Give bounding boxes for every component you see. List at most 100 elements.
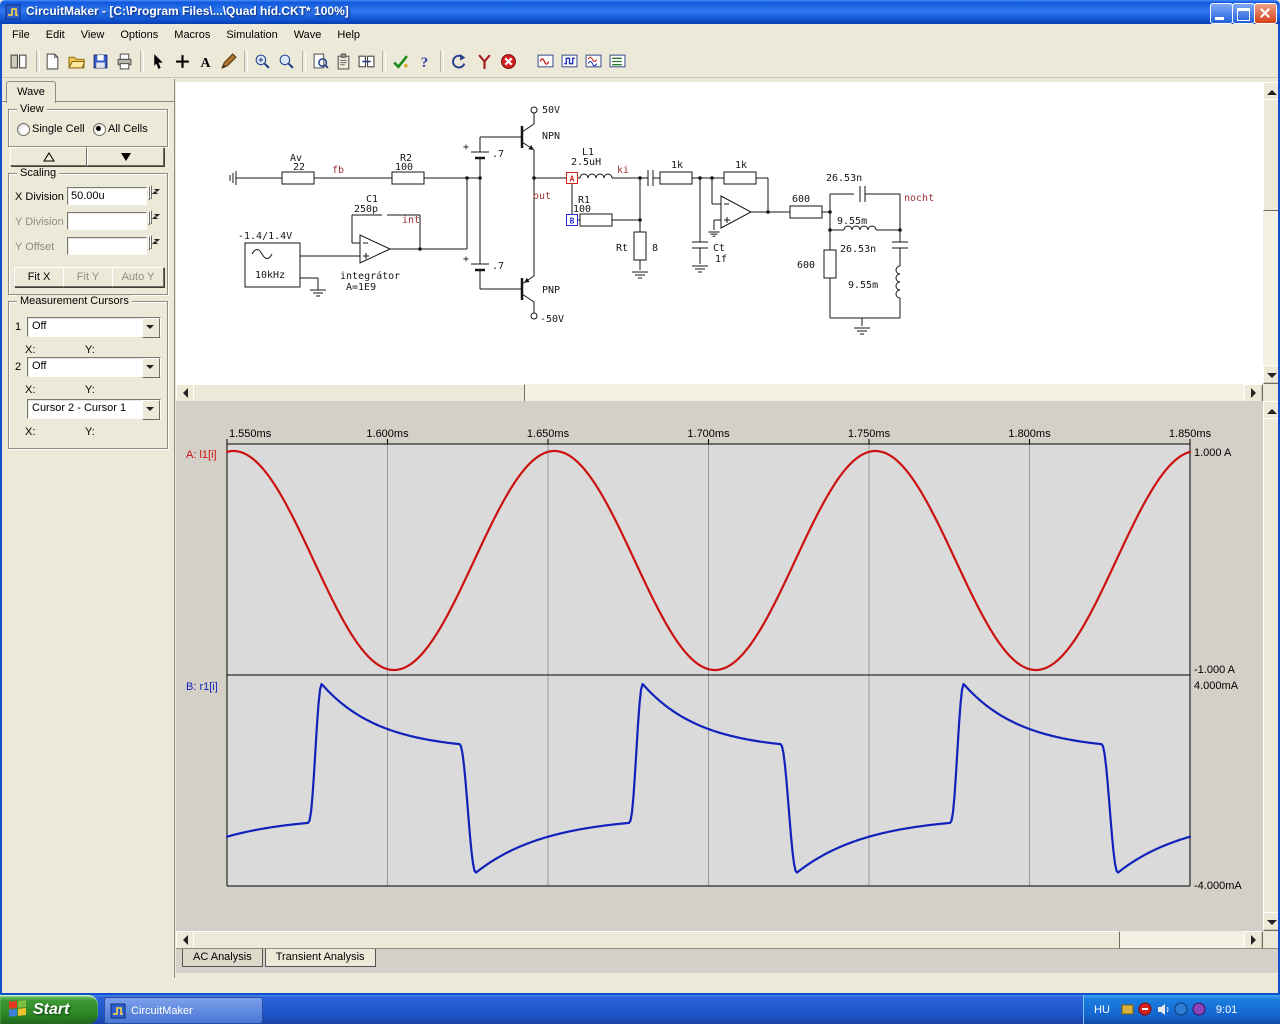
menu-item-options[interactable]: Options [112, 26, 166, 44]
start-button[interactable]: Start [0, 995, 98, 1024]
x-division-label: X Division [15, 191, 64, 203]
cursor2-index: 2 [15, 361, 22, 373]
save-button[interactable] [88, 49, 113, 74]
probe-button[interactable] [472, 49, 497, 74]
tray-icon-4[interactable] [1192, 1002, 1207, 1017]
schematic-label: 1f [715, 254, 727, 265]
zoom-tool-button[interactable] [250, 49, 275, 74]
scope-button-2[interactable] [557, 49, 582, 74]
tray-icon-3[interactable] [1174, 1002, 1189, 1017]
schematic-label: nocht [904, 193, 934, 204]
waveform-plot[interactable]: 1.550ms 1.600ms 1.650ms 1.700ms 1.750ms 1.800… [176, 401, 1263, 931]
y-offset-input[interactable] [67, 237, 147, 255]
logic-trace-icon [609, 54, 626, 68]
scale-up-button[interactable] [10, 147, 87, 166]
y-division-input[interactable] [67, 212, 147, 230]
tab-transient-analysis[interactable]: Transient Analysis [264, 949, 376, 967]
wire-tool-button[interactable] [216, 49, 241, 74]
magnify-button[interactable] [274, 49, 299, 74]
fit-x-button[interactable]: Fit X [14, 267, 64, 287]
schematic-label: int [402, 215, 420, 226]
split-view-button[interactable] [354, 49, 379, 74]
print-button[interactable] [112, 49, 137, 74]
schematic-label: 22 [293, 162, 305, 173]
cursor1-select[interactable]: Off [27, 317, 161, 338]
save-icon [93, 54, 108, 69]
schematic-label: fb [332, 165, 344, 176]
app-icon [5, 4, 21, 23]
stop-button[interactable] [496, 49, 521, 74]
task-button-circuitmaker[interactable]: CircuitMaker [104, 997, 263, 1024]
language-indicator[interactable]: HU [1094, 1004, 1110, 1016]
zoom-plus-icon [255, 54, 270, 69]
scaling-group-title: Scaling [17, 167, 60, 179]
new-button[interactable] [40, 49, 65, 74]
radio-all-cells[interactable] [93, 123, 106, 136]
cursor2-select[interactable]: Off [27, 357, 161, 378]
maximize-button[interactable] [1232, 3, 1255, 24]
search-button[interactable] [308, 49, 333, 74]
schematic-label: .7 [492, 149, 504, 160]
svg-text:?: ? [421, 55, 428, 70]
clock[interactable]: 9:01 [1216, 1004, 1237, 1016]
radio-single-cell-label: Single Cell [32, 123, 85, 135]
auto-y-button[interactable]: Auto Y [112, 267, 164, 287]
svg-text:A: A [201, 55, 211, 70]
radio-single-cell[interactable] [17, 123, 30, 136]
x-division-input[interactable] [67, 187, 147, 205]
text-tool-button[interactable]: A [193, 49, 218, 74]
open-button[interactable] [64, 49, 89, 74]
panel-toggle-button[interactable] [6, 49, 31, 74]
waveform-hscrollbar[interactable] [176, 931, 1263, 950]
select-tool-button[interactable] [146, 49, 171, 74]
chevron-down-icon[interactable] [142, 318, 160, 338]
schematic-label: PNP [542, 285, 560, 296]
tab-wave[interactable]: Wave [6, 81, 56, 103]
undo-button[interactable] [446, 49, 471, 74]
plus-icon [176, 55, 189, 68]
menu-item-view[interactable]: View [73, 26, 113, 44]
check-icon [393, 55, 408, 69]
probe-marker-a[interactable]: A [570, 175, 575, 184]
scope-button-1[interactable] [533, 49, 558, 74]
menu-item-help[interactable]: Help [329, 26, 368, 44]
chevron-down-icon[interactable] [142, 400, 160, 420]
scope-button-3[interactable] [581, 49, 606, 74]
place-part-button[interactable] [170, 49, 195, 74]
y-division-spinner[interactable] [148, 210, 161, 225]
speaker-icon[interactable] [1156, 1002, 1171, 1017]
tray-icon-2[interactable] [1138, 1002, 1153, 1017]
close-button[interactable] [1254, 3, 1277, 24]
menu-item-macros[interactable]: Macros [166, 26, 218, 44]
scope-button-4[interactable] [605, 49, 630, 74]
windows-flag-icon [9, 999, 26, 1017]
cursor-diff-select[interactable]: Cursor 2 - Cursor 1 [27, 399, 161, 420]
schematic-canvas[interactable]: 50V NPN + .7 Av 22 fb R2 100 C1 250p int L1 2.5uH out k… [176, 82, 1263, 384]
schematic-label: NPN [542, 131, 560, 142]
triangle-down-icon [120, 152, 131, 161]
analysis-tabs: AC Analysis Transient Analysis [176, 948, 1280, 973]
fit-y-button[interactable]: Fit Y [63, 267, 113, 287]
print-icon [117, 53, 132, 70]
window-titlebar[interactable]: CircuitMaker - [C:\Program Files\...\Qua… [0, 0, 1280, 24]
tab-ac-analysis[interactable]: AC Analysis [182, 949, 263, 967]
check-button[interactable] [388, 49, 413, 74]
probe-marker-b[interactable]: B [570, 217, 575, 226]
cursor-diff-x-label: X: [25, 426, 36, 438]
schematic-hscrollbar[interactable] [176, 384, 1263, 403]
square-wave-icon [561, 54, 578, 68]
menu-item-wave[interactable]: Wave [286, 26, 330, 44]
menu-item-simulation[interactable]: Simulation [218, 26, 285, 44]
minimize-button[interactable] [1210, 3, 1233, 24]
tray-icon-1[interactable] [1120, 1002, 1135, 1017]
y-offset-spinner[interactable] [148, 235, 161, 250]
menu-item-file[interactable]: File [4, 26, 38, 44]
menu-item-edit[interactable]: Edit [38, 26, 73, 44]
scale-down-button[interactable] [87, 147, 164, 166]
clipboard-button[interactable] [331, 49, 356, 74]
schematic-label: 1k [671, 160, 683, 171]
chevron-down-icon[interactable] [142, 358, 160, 378]
clipboard-icon [337, 53, 350, 70]
x-division-spinner[interactable] [148, 185, 161, 200]
help-button[interactable]: ? [412, 49, 437, 74]
